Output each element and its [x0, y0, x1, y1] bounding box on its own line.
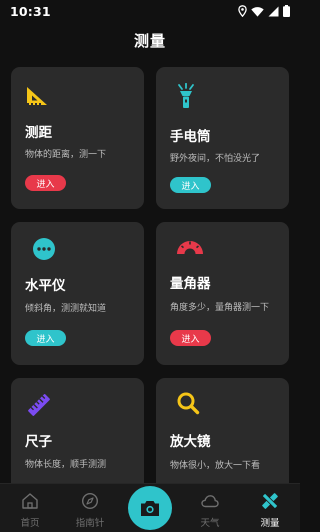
magnifier-icon: [177, 392, 200, 415]
cellular-signal-icon: [268, 6, 279, 16]
tool-card-level[interactable]: 水平仪 倾斜角，测测就知道 进入: [11, 222, 144, 365]
nav-label: 首页: [20, 518, 40, 529]
enter-button-protractor[interactable]: 进入: [170, 330, 211, 346]
tool-card-protractor[interactable]: 量角器 角度多少，量角器测一下 进入: [156, 222, 289, 365]
card-title: 尺子: [25, 434, 52, 450]
card-description: 野外夜间，不怕没光了: [170, 154, 261, 164]
card-title: 量角器: [170, 276, 211, 292]
tool-card-distance[interactable]: 测距 物体的距离，测一下 进入: [11, 67, 144, 209]
enter-button-level[interactable]: 进入: [25, 330, 66, 346]
compass-icon: [81, 492, 99, 510]
level-icon: [33, 238, 55, 260]
card-description: 物体的距离，测一下: [25, 150, 107, 160]
nav-label: 指南针: [75, 518, 105, 529]
ruler-icon: [28, 394, 50, 416]
camera-icon: [141, 500, 159, 516]
nav-item-compass[interactable]: 指南针: [60, 484, 120, 532]
location-icon: [238, 5, 247, 17]
tool-card-magnifier[interactable]: 放大镜 物体很小，放大一下看: [156, 378, 289, 498]
measure-tools-icon: [262, 493, 278, 509]
page-title: 测量: [133, 32, 166, 50]
weather-cloud-icon: [201, 495, 219, 508]
battery-icon: [283, 5, 290, 17]
flashlight-icon: [178, 83, 194, 108]
ruler-angle-icon: [27, 87, 47, 105]
tool-card-flashlight[interactable]: 手电筒 野外夜间，不怕没光了 进入: [156, 67, 289, 209]
card-description: 物体长度，顺手测测: [25, 460, 107, 470]
card-description: 角度多少，量角器测一下: [170, 303, 270, 313]
enter-button-flashlight[interactable]: 进入: [170, 177, 211, 193]
nav-label: 天气: [200, 518, 220, 529]
nav-label: 测量: [260, 518, 280, 529]
status-icons: [238, 5, 290, 17]
card-description: 物体很小，放大一下看: [170, 461, 261, 471]
status-bar: 10:31: [0, 0, 300, 22]
card-title: 水平仪: [25, 278, 66, 294]
card-title: 手电筒: [170, 129, 211, 145]
nav-item-measure[interactable]: 测量: [240, 484, 300, 532]
card-description: 倾斜角，测测就知道: [25, 304, 107, 314]
card-title: 放大镜: [170, 434, 211, 450]
status-time: 10:31: [10, 3, 51, 19]
protractor-icon: [177, 241, 203, 254]
wifi-icon: [251, 6, 264, 17]
enter-button-distance[interactable]: 进入: [25, 175, 66, 191]
nav-item-home[interactable]: 首页: [0, 484, 60, 532]
card-title: 测距: [25, 125, 52, 141]
camera-button[interactable]: [128, 486, 172, 530]
home-icon: [22, 493, 38, 509]
tool-card-ruler[interactable]: 尺子 物体长度，顺手测测: [11, 378, 144, 498]
nav-item-weather[interactable]: 天气: [180, 484, 240, 532]
